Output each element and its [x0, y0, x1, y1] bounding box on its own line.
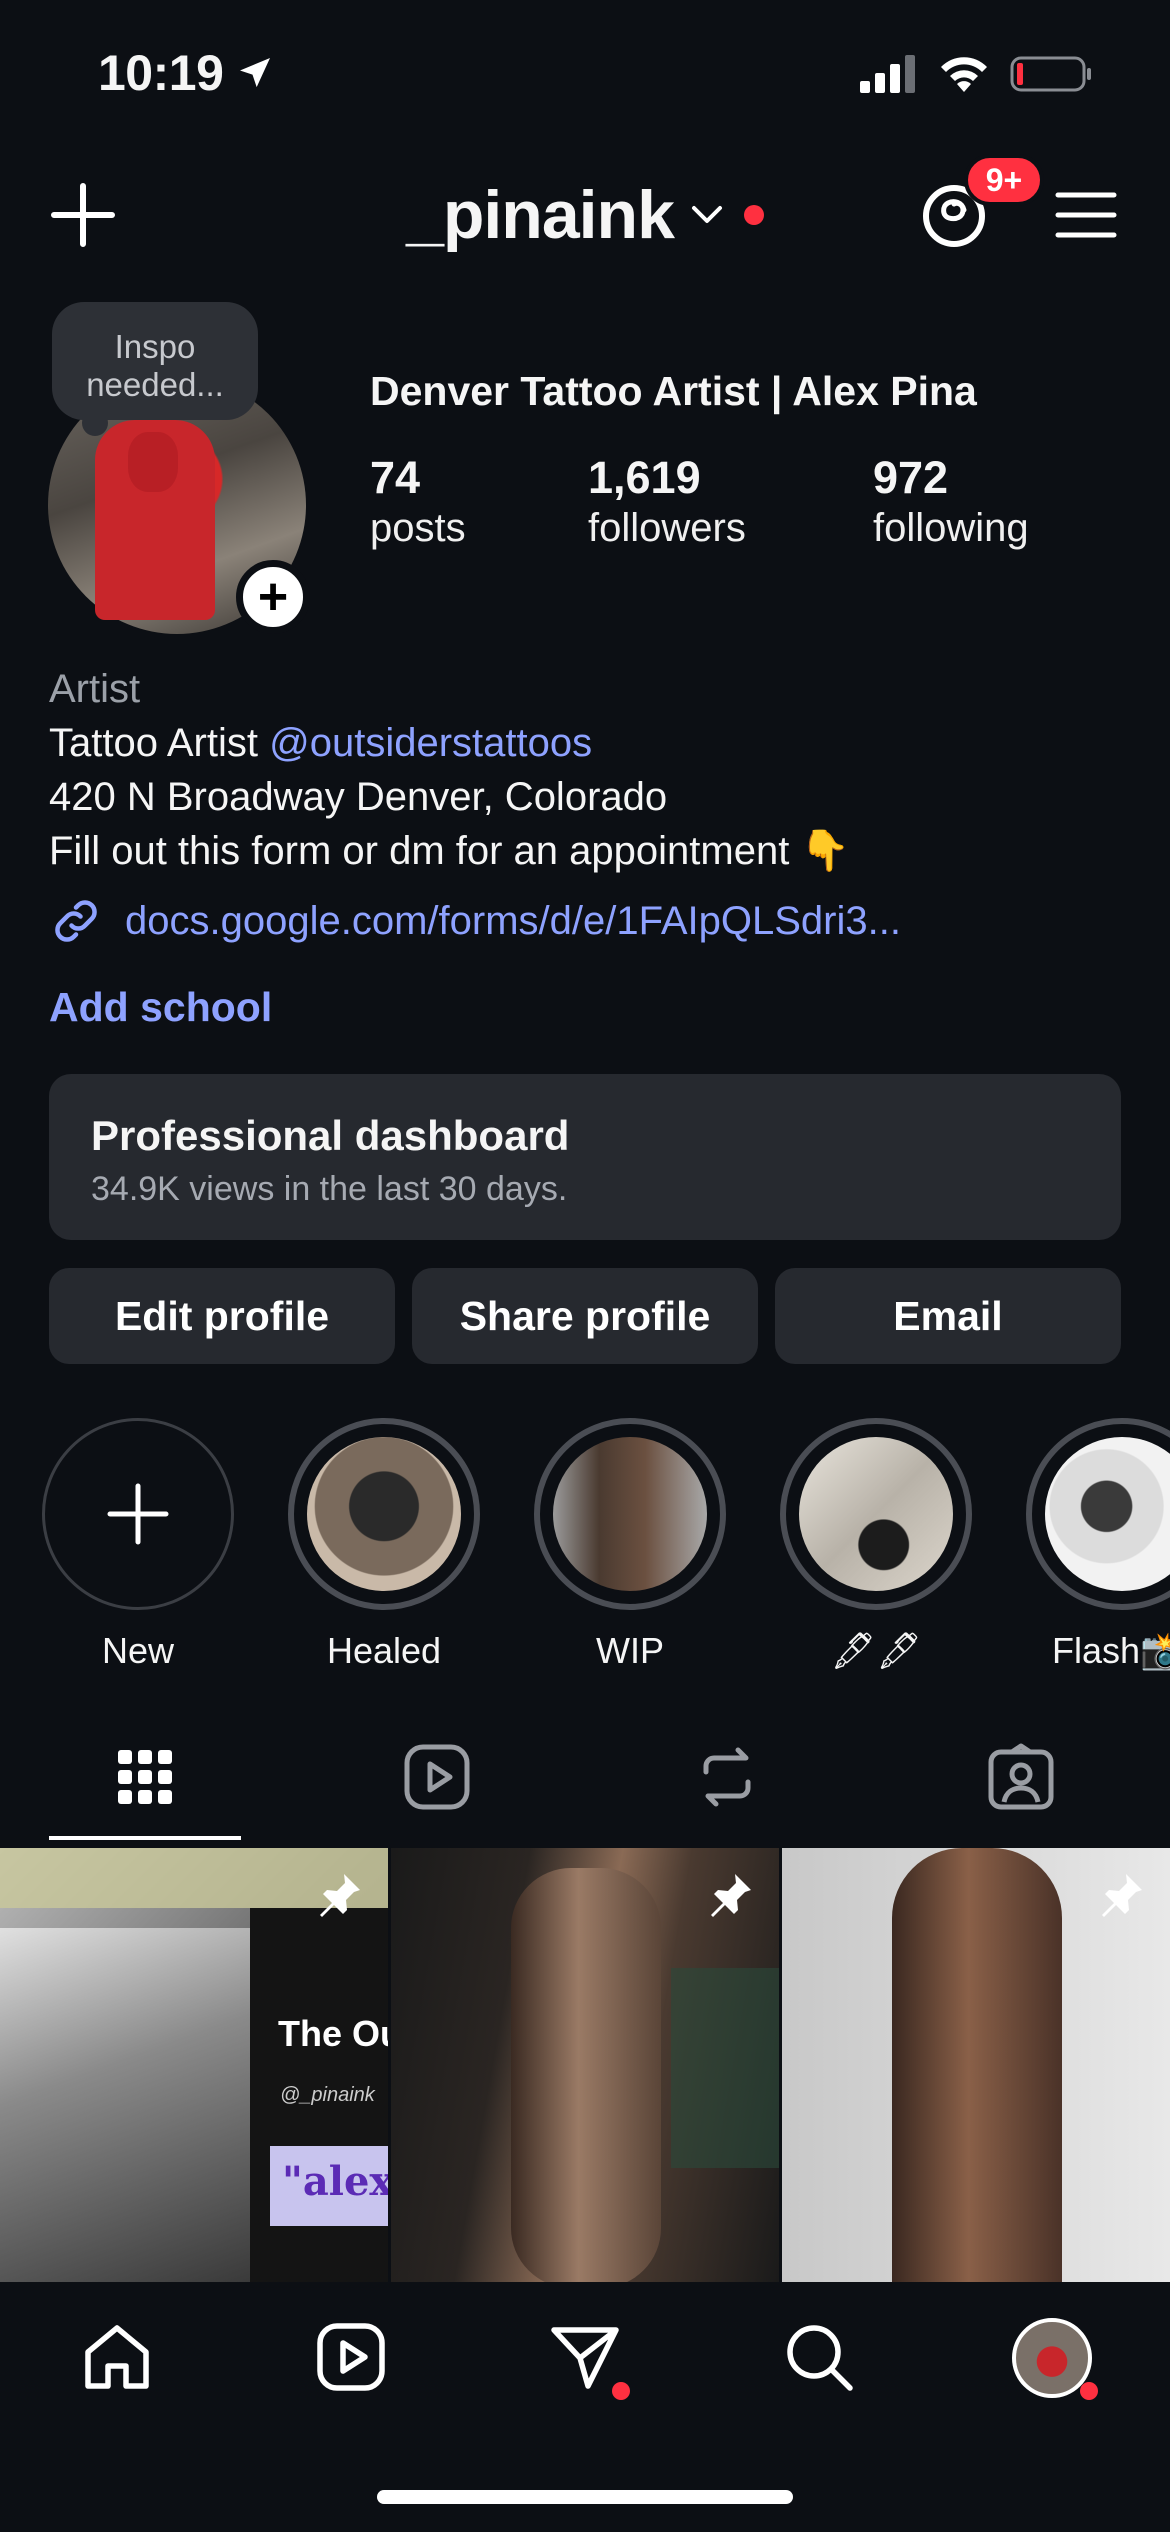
stat-following-value: 972: [873, 452, 949, 503]
bio-category: Artist: [49, 667, 141, 711]
note-bubble[interactable]: Inspo needed...: [52, 302, 258, 420]
highlight-healed-label: Healed: [326, 1630, 442, 1671]
link-icon: [55, 900, 97, 942]
avatar-photo-head: [128, 432, 178, 492]
reposts-tab-icon[interactable]: [692, 1742, 762, 1812]
highlight-new[interactable]: New: [42, 1418, 234, 1672]
post-3-forearm: [892, 1848, 1062, 2282]
edit-profile-button[interactable]: Edit profile: [49, 1268, 395, 1364]
post-tile-2[interactable]: [391, 1848, 779, 2282]
share-profile-button[interactable]: Share profile: [412, 1268, 758, 1364]
post-tile-3[interactable]: [782, 1848, 1170, 2282]
highlight-wip[interactable]: WIP: [534, 1418, 726, 1672]
bio-external-link[interactable]: docs.google.com/forms/d/e/1FAIpQLSdri3..…: [49, 894, 901, 948]
account-notification-dot: [743, 205, 764, 225]
highlight-wip-cover: [553, 1437, 707, 1591]
highlight-flash[interactable]: Flash📸: [1026, 1418, 1170, 1672]
highlight-pens-ring: [780, 1418, 972, 1610]
add-story-button[interactable]: +: [236, 560, 310, 634]
post-1-photo: [0, 1928, 250, 2282]
highlight-flash-cover: [1045, 1437, 1170, 1591]
dashboard-subtitle: 34.9K views in the last 30 days.: [91, 1170, 568, 1208]
status-time: 10:19: [98, 44, 275, 102]
threads-badge: 9+: [964, 154, 1044, 206]
professional-dashboard-card[interactable]: Professional dashboard 34.9K views in th…: [49, 1074, 1121, 1240]
home-icon[interactable]: [80, 2320, 154, 2394]
note-text: Inspo needed...: [86, 328, 224, 403]
highlight-new-label: New: [101, 1630, 175, 1671]
highlight-healed[interactable]: Healed: [288, 1418, 480, 1672]
reels-nav-icon[interactable]: [314, 2320, 388, 2394]
highlight-healed-ring: [288, 1418, 480, 1610]
pin-icon: [320, 1874, 360, 1917]
add-school-link[interactable]: Add school: [49, 984, 272, 1031]
battery-low-icon: [1010, 56, 1091, 92]
post-2-background-plant: [671, 1968, 779, 2168]
chevron-down-icon: [691, 206, 722, 223]
post-1-poster-handle: @_pinaink: [280, 2084, 375, 2106]
home-indicator: [377, 2490, 793, 2504]
cellular-signal-icon: [860, 55, 915, 93]
highlight-pens-label: 🖋🖋: [830, 1630, 922, 1671]
email-button[interactable]: Email: [775, 1268, 1121, 1364]
post-1-poster-name: "alex: [282, 2158, 388, 2205]
stat-posts-value: 74: [370, 452, 421, 503]
tagged-tab-icon[interactable]: [986, 1742, 1056, 1812]
search-icon[interactable]: [782, 2320, 856, 2394]
bio-link-text: docs.google.com/forms/d/e/1FAIpQLSdri3..…: [125, 898, 901, 943]
post-1-poster-title: The Outsid: [278, 2016, 388, 2052]
location-arrow-icon: [240, 58, 271, 88]
stat-following[interactable]: 972 following: [873, 452, 1029, 551]
stat-following-label: following: [873, 506, 1029, 550]
messages-notification-dot: [612, 2382, 630, 2400]
stat-followers[interactable]: 1,619 followers: [588, 452, 746, 551]
active-tab-underline: [49, 1836, 241, 1840]
highlight-healed-cover: [307, 1437, 461, 1591]
reels-tab-icon[interactable]: [402, 1742, 472, 1812]
bio-line-3: Fill out this form or dm for an appointm…: [49, 829, 851, 873]
stat-posts-label: posts: [370, 506, 466, 550]
wifi-icon: [941, 57, 987, 92]
status-icons: [860, 54, 1092, 94]
direct-messages-icon[interactable]: [548, 2320, 622, 2394]
pin-icon: [1102, 1874, 1142, 1917]
stat-followers-label: followers: [588, 506, 746, 550]
bio-line-1: Tattoo Artist @outsiderstattoos: [49, 716, 592, 770]
highlight-wip-ring: [534, 1418, 726, 1610]
stat-followers-value: 1,619: [588, 452, 701, 503]
pin-icon: [711, 1874, 751, 1917]
highlight-flash-label: Flash📸: [1052, 1630, 1170, 1671]
dashboard-title: Professional dashboard: [91, 1112, 570, 1159]
highlight-pens[interactable]: 🖋🖋: [780, 1418, 972, 1672]
hamburger-menu-icon[interactable]: [1055, 190, 1117, 240]
highlight-flash-ring: [1026, 1418, 1170, 1610]
highlight-pens-cover: [799, 1437, 953, 1591]
post-2-forearm: [511, 1868, 661, 2282]
bio-mention-link[interactable]: @outsiderstattoos: [269, 721, 592, 765]
post-tile-1[interactable]: The Outsid @_pinaink "alex: [0, 1848, 388, 2282]
profile-notification-dot: [1080, 2382, 1098, 2400]
plus-icon: [107, 1483, 169, 1545]
highlight-new-ring: [42, 1418, 234, 1610]
highlight-wip-label: WIP: [596, 1630, 664, 1671]
bio-line-2: 420 N Broadway Denver, Colorado: [49, 775, 668, 819]
status-time-text: 10:19: [98, 45, 224, 101]
bio-line-1-text: Tattoo Artist: [49, 721, 270, 765]
display-name: Denver Tattoo Artist | Alex Pina: [370, 368, 977, 414]
stat-posts[interactable]: 74 posts: [370, 452, 466, 551]
grid-tab-icon[interactable]: [110, 1742, 180, 1812]
username-title: _pinaink: [406, 177, 675, 253]
